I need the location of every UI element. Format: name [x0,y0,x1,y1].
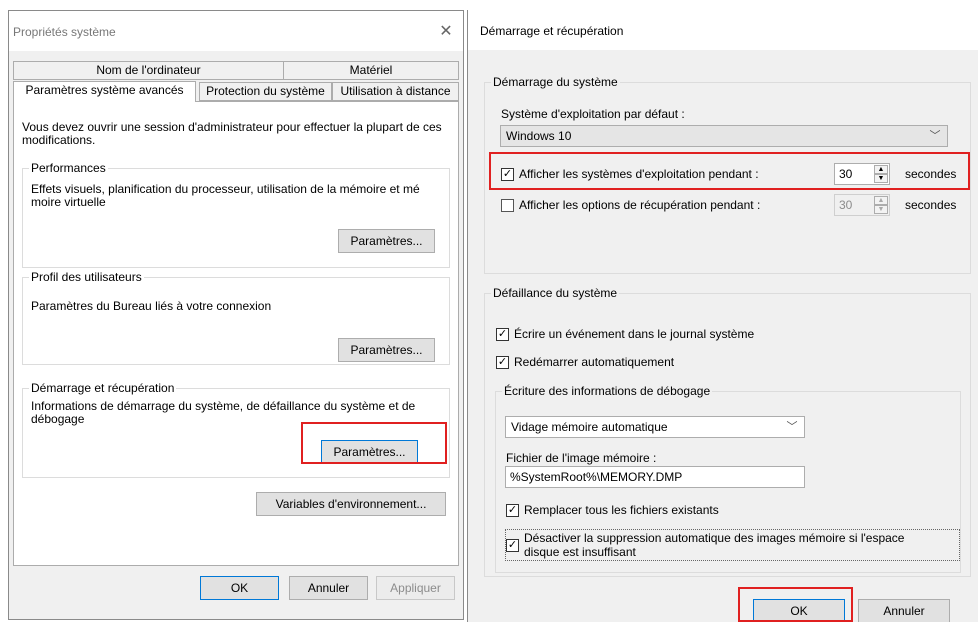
tab-computer-name[interactable]: Nom de l'ordinateur [13,61,284,80]
auto-restart-checkbox[interactable]: ✓ [496,356,509,369]
performance-settings-button[interactable]: Paramètres... [338,229,435,253]
performance-legend: Performances [29,161,108,175]
debug-info-legend: Écriture des informations de débogage [502,384,713,398]
ok-button[interactable]: OK [200,576,279,600]
user-profiles-description: Paramètres du Bureau liés à votre connex… [31,299,272,313]
advanced-tab-page: Vous devez ouvrir une session d'administ… [13,101,459,566]
show-recovery-checkbox[interactable] [501,199,514,212]
cancel-button[interactable]: Annuler [289,576,368,600]
highlight-box [301,422,447,464]
tab-advanced-system-settings[interactable]: Paramètres système avancés [13,81,196,102]
tab-system-protection[interactable]: Protection du système [199,82,332,101]
tab-remote[interactable]: Utilisation à distance [332,82,459,101]
user-profiles-settings-button[interactable]: Paramètres... [338,338,435,362]
dump-file-input[interactable]: %SystemRoot%\MEMORY.DMP [505,466,805,488]
user-profiles-group: Profil des utilisateurs Paramètres du Bu… [22,270,450,365]
system-failure-legend: Défaillance du système [491,286,620,300]
dump-type-value: Vidage mémoire automatique [511,420,668,434]
debug-info-group: Écriture des informations de débogage Vi… [495,384,961,573]
window-title: Démarrage et récupération [480,24,624,38]
system-failure-group: Défaillance du système ✓ Écrire un événe… [484,286,971,577]
dump-file-label: Fichier de l'image mémoire : [506,451,657,465]
tab-hardware[interactable]: Matériel [283,61,459,80]
spin-down-icon[interactable]: ▼ [874,205,888,214]
default-os-select[interactable]: Windows 10 ﹀ [500,125,948,147]
show-recovery-seconds-unit: secondes [905,198,957,212]
write-event-label: Écrire un événement dans le journal syst… [514,327,755,341]
title-bar: Propriétés système ✕ [9,11,463,51]
disable-auto-delete-label-line1: Désactiver la suppression automatique de… [524,531,905,545]
disable-auto-delete-label-line2: disque est insuffisant [524,545,636,559]
apply-button[interactable]: Appliquer [376,576,455,600]
default-os-value: Windows 10 [506,129,572,143]
performance-description: Effets visuels, planification du process… [31,182,420,209]
environment-variables-button[interactable]: Variables d'environnement... [256,492,446,516]
cancel-button[interactable]: Annuler [858,599,950,622]
disable-auto-delete-checkbox[interactable]: ✓ [506,539,519,552]
startup-recovery-legend: Démarrage et récupération [29,381,177,395]
admin-notice: Vous devez ouvrir une session d'administ… [22,120,442,147]
user-profiles-legend: Profil des utilisateurs [29,270,144,284]
overwrite-checkbox[interactable]: ✓ [506,504,519,517]
title-bar: Démarrage et récupération [468,10,978,50]
window-title: Propriétés système [13,25,116,39]
close-icon[interactable]: ✕ [431,19,461,45]
show-recovery-seconds-value: 30 [839,198,853,212]
system-properties-window: Propriétés système ✕ Nom de l'ordinateur… [8,10,464,620]
spin-up-icon[interactable]: ▲ [874,196,888,205]
overwrite-label: Remplacer tous les fichiers existants [524,503,719,517]
chevron-down-icon: ﹀ [929,130,941,142]
startup-recovery-window: Démarrage et récupération Démarrage du s… [467,10,978,622]
system-startup-legend: Démarrage du système [491,75,620,89]
dump-type-select[interactable]: Vidage mémoire automatique ﹀ [505,416,805,438]
highlight-box [489,152,970,190]
show-recovery-label: Afficher les options de récupération pen… [519,198,761,212]
chevron-down-icon: ﹀ [786,421,798,433]
write-event-checkbox[interactable]: ✓ [496,328,509,341]
auto-restart-label: Redémarrer automatiquement [514,355,675,369]
show-recovery-seconds-spinner[interactable]: 30 ▲ ▼ [834,194,890,216]
default-os-label: Système d'exploitation par défaut : [501,107,685,121]
performance-group: Performances Effets visuels, planificati… [22,161,450,268]
highlight-box [738,587,853,622]
